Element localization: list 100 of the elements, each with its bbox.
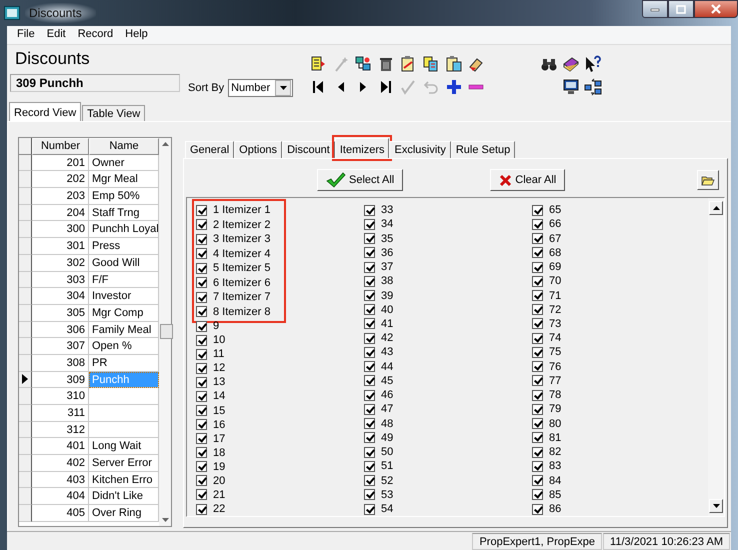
checkbox-label[interactable]: 74 <box>549 332 562 344</box>
checkbox[interactable] <box>196 292 207 303</box>
checkbox-label[interactable]: 85 <box>549 488 562 501</box>
checkbox[interactable] <box>364 432 375 444</box>
row-header[interactable] <box>19 322 32 338</box>
checkbox-label[interactable]: 48 <box>381 418 394 430</box>
tab[interactable]: Exclusivity <box>389 141 451 158</box>
checkbox-label[interactable]: 53 <box>381 488 394 501</box>
checkbox-label[interactable]: 54 <box>381 503 394 516</box>
checkbox-label[interactable]: 49 <box>381 432 394 444</box>
checkbox-label[interactable]: 6 Itemizer 6 <box>213 276 270 289</box>
tab[interactable]: Rule Setup <box>450 141 516 158</box>
checkbox-label[interactable]: 71 <box>549 290 562 302</box>
checkbox[interactable] <box>532 404 543 415</box>
checkbox[interactable] <box>364 204 375 216</box>
row-header[interactable] <box>19 238 32 255</box>
checkbox[interactable] <box>196 320 207 332</box>
checkbox[interactable] <box>532 446 543 458</box>
open-folder-button[interactable] <box>697 170 719 190</box>
checkbox[interactable] <box>196 433 207 444</box>
checkbox[interactable] <box>532 361 543 372</box>
checkbox-label[interactable]: 4 Itemizer 4 <box>213 248 270 260</box>
checkbox-label[interactable]: 38 <box>381 275 394 288</box>
checkbox[interactable] <box>364 247 375 258</box>
checkbox-label[interactable]: 40 <box>381 304 394 316</box>
checkbox-label[interactable]: 18 <box>213 446 226 459</box>
checkbox[interactable] <box>364 446 375 458</box>
checkbox[interactable] <box>532 418 543 430</box>
checkbox[interactable] <box>364 290 375 302</box>
checkbox[interactable] <box>532 276 543 287</box>
checkbox-label[interactable]: 43 <box>381 346 394 358</box>
checkbox-label[interactable]: 42 <box>381 332 394 344</box>
checkbox-label[interactable]: 44 <box>381 360 394 373</box>
row-header[interactable] <box>19 488 32 506</box>
checkbox[interactable] <box>196 262 207 274</box>
close-button[interactable] <box>694 0 738 18</box>
minimize-button[interactable] <box>642 0 668 18</box>
row-header[interactable] <box>19 338 32 355</box>
checkbox[interactable] <box>196 376 207 388</box>
checkbox-label[interactable]: 78 <box>549 389 562 402</box>
checkbox[interactable] <box>364 489 375 500</box>
row-header[interactable] <box>19 154 32 172</box>
checkbox[interactable] <box>196 419 207 430</box>
checkbox[interactable] <box>364 304 375 316</box>
checkbox-label[interactable]: 13 <box>213 376 226 388</box>
checkbox-label[interactable]: 72 <box>549 304 562 316</box>
row-header[interactable] <box>19 405 32 422</box>
checkbox-label[interactable]: 69 <box>549 261 562 274</box>
sort-by-dropdown[interactable]: Number <box>228 79 294 97</box>
checkbox[interactable] <box>532 504 543 515</box>
checkbox-label[interactable]: 76 <box>549 360 562 373</box>
checkbox[interactable] <box>364 346 375 358</box>
checkbox-label[interactable]: 37 <box>381 261 394 274</box>
checkbox[interactable] <box>196 219 207 230</box>
checkbox-label[interactable]: 41 <box>381 318 394 330</box>
tab[interactable]: Itemizers <box>334 138 390 158</box>
checkbox[interactable] <box>364 418 375 430</box>
checkbox[interactable] <box>364 233 375 244</box>
checkbox-label[interactable]: 39 <box>381 290 394 302</box>
tab[interactable]: General <box>185 141 234 158</box>
row-header[interactable] <box>19 304 32 322</box>
checkbox-label[interactable]: 68 <box>549 246 562 259</box>
menu-item[interactable]: Record <box>72 26 120 44</box>
tab[interactable]: Discount <box>282 141 335 158</box>
checkbox[interactable] <box>196 447 207 458</box>
checkbox[interactable] <box>532 304 543 316</box>
checkbox[interactable] <box>364 262 375 273</box>
checkbox[interactable] <box>196 390 207 402</box>
checkbox-label[interactable]: 66 <box>549 218 562 230</box>
paste-icon[interactable] <box>444 55 463 73</box>
checkbox-label[interactable]: 22 <box>213 503 226 516</box>
checkbox[interactable] <box>532 318 543 330</box>
action-button[interactable]: Select All <box>317 169 404 191</box>
checkbox-label[interactable]: 15 <box>213 404 226 416</box>
checkbox-label[interactable]: 10 <box>213 334 226 346</box>
checkbox[interactable] <box>532 346 543 358</box>
checkbox-label[interactable]: 17 <box>213 432 226 445</box>
checkbox[interactable] <box>196 405 207 416</box>
checkbox[interactable] <box>532 247 543 258</box>
column-header[interactable]: Name <box>89 138 159 155</box>
checkbox-label[interactable]: 79 <box>549 403 562 416</box>
checkbox[interactable] <box>196 277 207 288</box>
network-icon[interactable] <box>354 55 372 73</box>
monitor-icon[interactable] <box>562 78 580 96</box>
row-header[interactable] <box>19 221 32 238</box>
checkbox[interactable] <box>364 218 375 230</box>
checkbox[interactable] <box>196 306 207 318</box>
checkbox-label[interactable]: 34 <box>381 218 394 230</box>
checkbox-label[interactable]: 50 <box>381 446 394 458</box>
row-header[interactable] <box>19 472 32 488</box>
checkbox[interactable] <box>532 475 543 486</box>
checkbox[interactable] <box>364 276 375 287</box>
row-header[interactable] <box>19 254 32 272</box>
scrollbar[interactable] <box>708 198 724 516</box>
row-header[interactable] <box>19 438 32 456</box>
checkbox-label[interactable]: 81 <box>549 432 562 444</box>
scroll-thumb[interactable] <box>160 324 173 339</box>
checkbox-label[interactable]: 5 Itemizer 5 <box>213 262 270 274</box>
checkbox[interactable] <box>364 332 375 344</box>
checkbox[interactable] <box>364 504 375 515</box>
